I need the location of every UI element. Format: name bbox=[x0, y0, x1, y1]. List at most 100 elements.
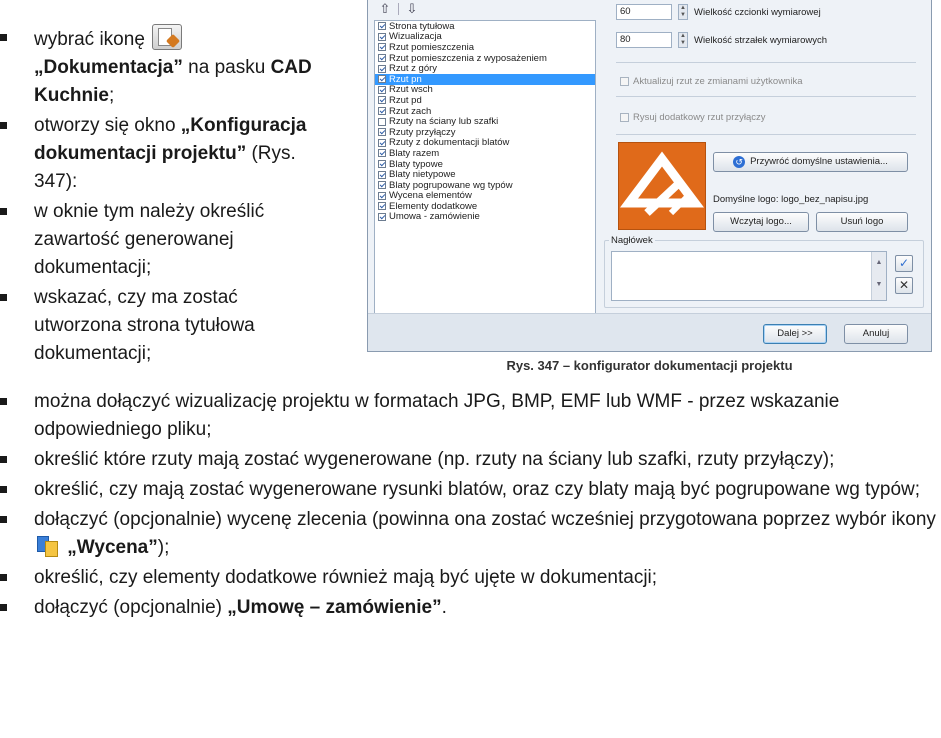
intro-bullet-list: wybrać ikonę „Dokumentacja” na pasku CAD… bbox=[0, 0, 320, 370]
item-label: Rzuty na ściany lub szafki bbox=[389, 116, 499, 128]
steps-bullet-list: można dołączyć wizualizację projektu w f… bbox=[0, 388, 941, 624]
item-checkbox[interactable] bbox=[378, 149, 386, 158]
list-item[interactable]: Umowa - zamówienie bbox=[375, 211, 595, 223]
item-checkbox[interactable] bbox=[378, 54, 386, 63]
item-label: Rzut wsch bbox=[389, 84, 433, 96]
item-checkbox[interactable] bbox=[378, 75, 386, 84]
list-item[interactable]: Rzuty z dokumentacji blatów bbox=[375, 137, 595, 148]
next-button[interactable]: Dalej >> bbox=[763, 324, 827, 344]
scrollbar[interactable]: ▲ ▼ bbox=[871, 252, 886, 300]
item-checkbox[interactable] bbox=[378, 107, 386, 116]
bullet-plans: określić które rzuty mają zostać wygener… bbox=[0, 446, 941, 474]
item-label: Rzuty przyłączy bbox=[389, 126, 456, 138]
list-item[interactable]: Blaty pogrupowane wg typów bbox=[375, 180, 595, 191]
bullet-define-content: w oknie tym należy określić zawartość ge… bbox=[0, 198, 320, 282]
close-icon[interactable]: ✕ bbox=[895, 277, 913, 294]
remove-logo-button[interactable]: Usuń logo bbox=[816, 212, 908, 232]
header-textarea[interactable] bbox=[611, 251, 887, 301]
item-checkbox[interactable] bbox=[378, 128, 386, 137]
list-item[interactable]: Blaty typowe bbox=[375, 159, 595, 170]
list-item[interactable]: Rzut wsch bbox=[375, 84, 595, 96]
cancel-button[interactable]: Anuluj bbox=[844, 324, 908, 344]
item-checkbox[interactable] bbox=[378, 117, 386, 126]
item-label: Rzut pn bbox=[389, 73, 422, 85]
item-label: Elementy dodatkowe bbox=[389, 200, 478, 212]
item-checkbox[interactable] bbox=[378, 138, 386, 147]
list-item[interactable]: Rzut pomieszczenia z wyposażeniem bbox=[375, 53, 595, 64]
list-item[interactable]: Strona tytułowa bbox=[375, 21, 595, 32]
item-checkbox[interactable] bbox=[378, 32, 386, 41]
bullet-window-opens: otworzy się okno „Konfiguracja dokumenta… bbox=[0, 112, 320, 196]
bullet-worktops: określić, czy mają zostać wygenerowane r… bbox=[0, 476, 941, 504]
item-label: Blaty razem bbox=[389, 147, 440, 159]
item-checkbox[interactable] bbox=[378, 160, 386, 169]
bullet-marker bbox=[0, 456, 7, 463]
update-plan-checkbox[interactable]: Aktualizuj rzut ze zmianami użytkownika bbox=[620, 76, 802, 87]
item-label: Rzut z góry bbox=[389, 63, 438, 75]
list-item[interactable]: Elementy dodatkowe bbox=[375, 201, 595, 212]
item-label: Blaty pogrupowane wg typów bbox=[389, 179, 513, 191]
list-item[interactable]: Blaty razem bbox=[375, 148, 595, 159]
move-down-icon[interactable]: ⇩ bbox=[405, 1, 419, 17]
item-label: Umowa - zamówienie bbox=[389, 211, 480, 223]
list-item[interactable]: Rzuty na ściany lub szafki bbox=[375, 116, 595, 127]
item-label: Wizualizacja bbox=[389, 31, 442, 43]
logo-preview bbox=[618, 142, 706, 230]
bullet-marker bbox=[0, 294, 7, 301]
divider bbox=[616, 96, 916, 97]
item-label: Rzut pomieszczenia z wyposażeniem bbox=[389, 52, 547, 64]
company-logo-icon bbox=[620, 151, 704, 216]
bullet-marker bbox=[0, 34, 7, 41]
item-label: Rzut pomieszczenia bbox=[389, 41, 475, 53]
item-checkbox[interactable] bbox=[378, 43, 386, 52]
restore-defaults-button[interactable]: ↺ Przywróć domyślne ustawienia... bbox=[713, 152, 908, 172]
item-checkbox[interactable] bbox=[378, 64, 386, 73]
item-checkbox[interactable] bbox=[378, 212, 386, 221]
restore-icon: ↺ bbox=[733, 156, 746, 168]
item-checkbox[interactable] bbox=[378, 191, 386, 200]
list-item[interactable]: Rzuty przyłączy bbox=[375, 127, 595, 138]
arrow-size-value[interactable]: 80 bbox=[616, 32, 672, 48]
spinner-arrows-icon[interactable]: ▲ ▼ bbox=[678, 32, 688, 48]
figure-caption: Rys. 347 – konfigurator dokumentacji pro… bbox=[506, 358, 793, 373]
list-item[interactable]: Rzut pomieszczenia bbox=[375, 42, 595, 53]
list-item[interactable]: Rzut zach bbox=[375, 106, 595, 117]
load-logo-button[interactable]: Wczytaj logo... bbox=[713, 212, 809, 232]
extra-plan-checkbox[interactable]: Rysuj dodatkowy rzut przyłączy bbox=[620, 112, 766, 123]
item-checkbox[interactable] bbox=[378, 22, 386, 31]
list-item[interactable]: Rzut z góry bbox=[375, 63, 595, 74]
documentation-config-dialog: ⇧ ⇩ Strona tytułowa Wizualizacja Rzut pomi… bbox=[367, 0, 932, 352]
content-items-list[interactable]: Strona tytułowa Wizualizacja Rzut pomieszc… bbox=[374, 20, 596, 342]
font-size-value[interactable]: 60 bbox=[616, 4, 672, 20]
list-item[interactable]: Rzut pn bbox=[375, 74, 595, 85]
arrow-size-label: Wielkość strzałek wymiarowych bbox=[694, 34, 828, 46]
bullet-choose-icon: wybrać ikonę „Dokumentacja” na pasku CAD… bbox=[0, 24, 320, 110]
item-label: Blaty nietypowe bbox=[389, 169, 456, 181]
list-item[interactable]: Wycena elementów bbox=[375, 190, 595, 202]
divider bbox=[616, 62, 916, 63]
default-logo-text: Domyślne logo: logo_bez_napisu.jpg bbox=[713, 194, 869, 205]
item-checkbox[interactable] bbox=[378, 170, 386, 179]
bullet-marker bbox=[0, 604, 7, 611]
font-size-label: Wielkość czcionki wymiarowej bbox=[694, 6, 821, 18]
spinner-arrows-icon[interactable]: ▲ ▼ bbox=[678, 4, 688, 20]
bullet-valuation: dołączyć (opcjonalnie) wycenę zlecenia (… bbox=[0, 506, 941, 562]
font-size-spinner[interactable]: 60 ▲ ▼ Wielkość czcionki wymiarowej bbox=[616, 4, 821, 20]
item-checkbox[interactable] bbox=[378, 181, 386, 190]
item-checkbox[interactable] bbox=[378, 85, 386, 94]
item-label: Wycena elementów bbox=[389, 190, 472, 202]
confirm-icon[interactable]: ✓ bbox=[895, 255, 913, 272]
arrow-size-spinner[interactable]: 80 ▲ ▼ Wielkość strzałek wymiarowych bbox=[616, 32, 827, 48]
item-checkbox[interactable] bbox=[378, 202, 386, 211]
list-item[interactable]: Wizualizacja bbox=[375, 31, 595, 43]
list-toolbar: ⇧ ⇩ bbox=[374, 0, 596, 18]
move-up-icon[interactable]: ⇧ bbox=[378, 1, 392, 17]
bullet-marker bbox=[0, 486, 7, 493]
item-label: Blaty typowe bbox=[389, 158, 443, 170]
bullet-visualization: można dołączyć wizualizację projektu w f… bbox=[0, 388, 941, 444]
bullet-marker bbox=[0, 574, 7, 581]
dialog-footer: Dalej >> Anuluj bbox=[368, 313, 931, 351]
list-item[interactable]: Blaty nietypowe bbox=[375, 169, 595, 180]
list-item[interactable]: Rzut pd bbox=[375, 95, 595, 106]
item-checkbox[interactable] bbox=[378, 96, 386, 105]
